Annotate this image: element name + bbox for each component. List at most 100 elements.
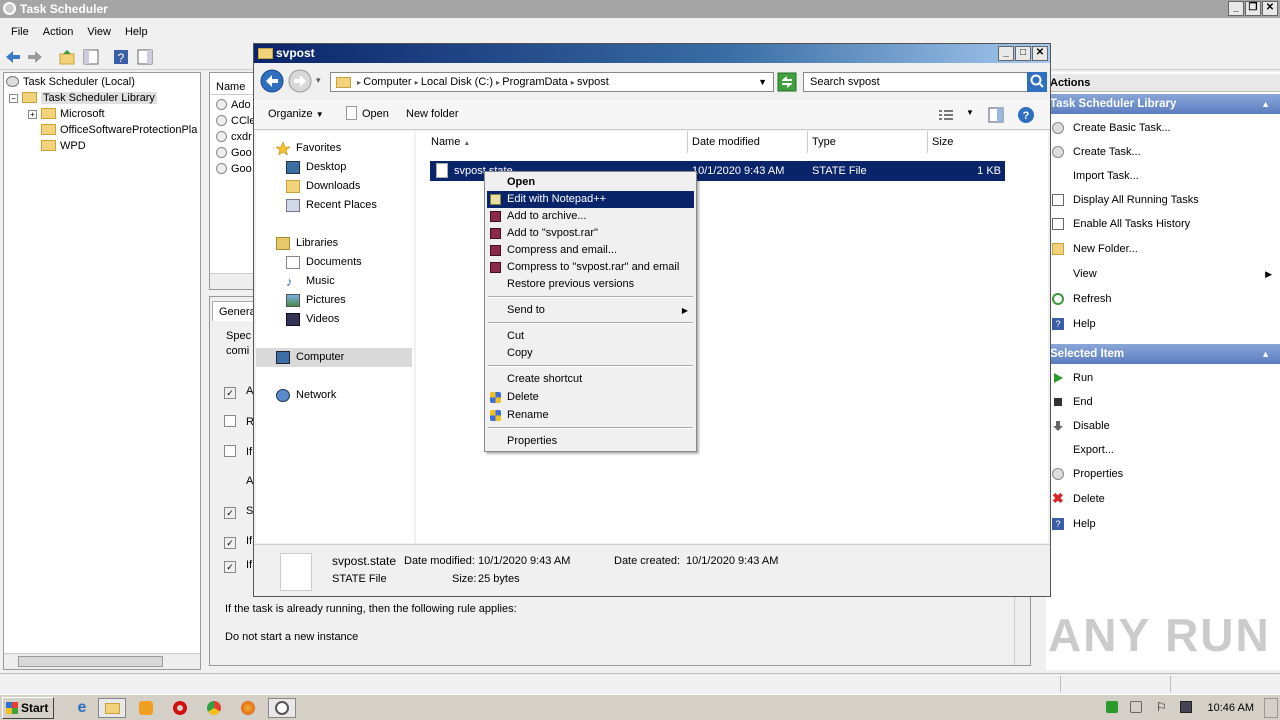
tray-display-icon[interactable] [1180,701,1192,713]
action-help[interactable]: ? Help [1046,314,1096,334]
nav-videos[interactable]: Videos [256,310,414,329]
tray-clock[interactable]: 10:46 AM [1208,695,1254,720]
internet-explorer-icon[interactable]: e [68,698,96,718]
checkbox-unchecked[interactable] [224,415,236,427]
action-refresh[interactable]: Refresh [1046,289,1112,309]
setting-row[interactable]: If [224,445,252,458]
breadcrumb-local-disk[interactable]: Local Disk (C:) [421,76,493,88]
help-icon[interactable]: ? [1017,106,1035,124]
setting-row[interactable]: ✓ If [224,535,252,549]
task-row[interactable]: Ado [216,97,251,113]
tray-flag-icon[interactable]: ⚐ [1156,700,1167,714]
firefox-icon[interactable] [234,698,262,718]
tree-library[interactable]: − Task Scheduler Library [9,90,157,106]
menu-item-copy[interactable]: Copy [487,345,694,362]
menu-item-compress-email[interactable]: Compress and email... [487,242,694,259]
menu-item-open[interactable]: Open [487,174,694,191]
tree-item-wpd[interactable]: WPD [41,138,86,154]
up-folder-icon[interactable] [58,48,76,66]
close-button[interactable]: ✕ [1262,1,1278,16]
start-button[interactable]: Start [2,697,54,719]
selected-item-header[interactable]: Selected Item ▲ [1046,344,1280,364]
panel-vertical-scrollbar[interactable] [1014,597,1030,665]
show-desktop-button[interactable] [1264,698,1278,718]
tree-item-officesoftwareprotection[interactable]: OfficeSoftwareProtectionPla [41,122,197,138]
menu-view[interactable]: View [80,26,118,38]
action-create-task[interactable]: Create Task... [1046,142,1141,162]
forward-button-icon[interactable] [288,69,312,93]
opera-icon[interactable] [166,698,194,718]
action-import-task[interactable]: Import Task... [1046,166,1139,186]
search-input[interactable]: Search svpost [803,72,1047,92]
action-display-running[interactable]: Display All Running Tasks [1046,190,1199,210]
action-run[interactable]: Run [1046,368,1093,388]
nav-downloads[interactable]: Downloads [256,177,414,196]
nav-pictures[interactable]: Pictures [256,291,414,310]
column-header-size[interactable]: Size [928,131,1048,153]
refresh-icon[interactable] [777,72,797,92]
menu-item-restore-previous-versions[interactable]: Restore previous versions [487,276,694,293]
chrome-icon[interactable] [200,698,228,718]
tree-horizontal-scrollbar[interactable] [4,653,200,669]
nav-recent-places[interactable]: Recent Places [256,196,414,215]
menu-item-delete[interactable]: Delete [487,389,694,406]
task-row[interactable]: Goo [216,161,252,177]
address-bar[interactable]: ▸ Computer ▸ Local Disk (C:) ▸ ProgramDa… [330,72,774,92]
show-hide-action-pane-icon[interactable] [136,48,154,66]
action-disable[interactable]: Disable [1046,416,1110,436]
collapse-icon[interactable]: − [9,94,18,103]
setting-row[interactable]: ✓ A [224,385,253,399]
new-folder-button[interactable]: New folder [406,108,459,120]
minimize-button[interactable]: _ [998,46,1014,61]
minimize-button[interactable]: _ [1228,1,1244,16]
checkbox-checked[interactable]: ✓ [224,387,236,399]
task-row[interactable]: Goo [216,145,252,161]
setting-row[interactable]: ✓ S [224,505,253,519]
change-view-icon[interactable] [938,108,954,122]
action-properties[interactable]: Properties [1046,464,1123,484]
task-list-header[interactable]: Name [210,79,256,95]
action-create-basic-task[interactable]: Create Basic Task... [1046,118,1171,138]
menu-help[interactable]: Help [118,26,155,38]
nav-libraries[interactable]: Libraries [256,234,414,253]
address-dropdown-icon[interactable]: ▼ [758,73,767,91]
expand-icon[interactable]: + [28,110,37,119]
media-player-icon[interactable] [132,698,160,718]
forward-arrow-icon[interactable] [26,48,44,66]
menu-item-properties[interactable]: Properties [487,433,694,450]
breadcrumb-svpost[interactable]: svpost [577,76,609,88]
menu-item-rename[interactable]: Rename [487,407,694,424]
tree-item-microsoft[interactable]: + Microsoft [28,106,105,122]
tray-security-icon[interactable] [1106,701,1118,713]
task-row[interactable]: cxdr [216,129,252,145]
tab-general[interactable]: Genera [212,301,256,321]
menu-item-create-shortcut[interactable]: Create shortcut [487,371,694,388]
nav-computer[interactable]: Computer [256,348,412,367]
checkbox-checked[interactable]: ✓ [224,507,236,519]
back-arrow-icon[interactable] [4,48,22,66]
collapse-arrow-icon[interactable]: ▲ [1261,344,1270,364]
nav-network[interactable]: Network [256,386,414,405]
action-enable-history[interactable]: Enable All Tasks History [1046,214,1190,234]
column-header-type[interactable]: Type [808,131,928,153]
menu-item-compress-rar-email[interactable]: Compress to "svpost.rar" and email [487,259,694,276]
action-end[interactable]: End [1046,392,1093,412]
action-delete[interactable]: ✖ Delete [1046,489,1105,509]
organize-button[interactable]: Organize ▼ [268,108,324,120]
view-dropdown-icon[interactable]: ▼ [966,108,974,117]
action-help-selected[interactable]: ? Help [1046,514,1096,534]
column-header-name[interactable]: Name ▲ [416,131,688,153]
scrollbar-thumb[interactable] [18,656,163,667]
maximize-button[interactable]: □ [1015,46,1031,61]
menu-item-add-to-rar[interactable]: Add to "svpost.rar" [487,225,694,242]
menu-item-edit-notepad-plus-plus[interactable]: Edit with Notepad++ [487,191,694,208]
nav-desktop[interactable]: Desktop [256,158,414,177]
search-icon[interactable] [1027,72,1047,92]
explorer-taskbar-icon[interactable] [98,698,126,718]
show-hide-tree-icon[interactable] [82,48,100,66]
checkbox-unchecked[interactable] [224,445,236,457]
task-list-scrollbar[interactable] [210,273,256,289]
setting-row[interactable]: ✓ If [224,559,252,573]
action-view[interactable]: View ▶ [1046,264,1280,284]
close-button[interactable]: ✕ [1032,46,1048,61]
